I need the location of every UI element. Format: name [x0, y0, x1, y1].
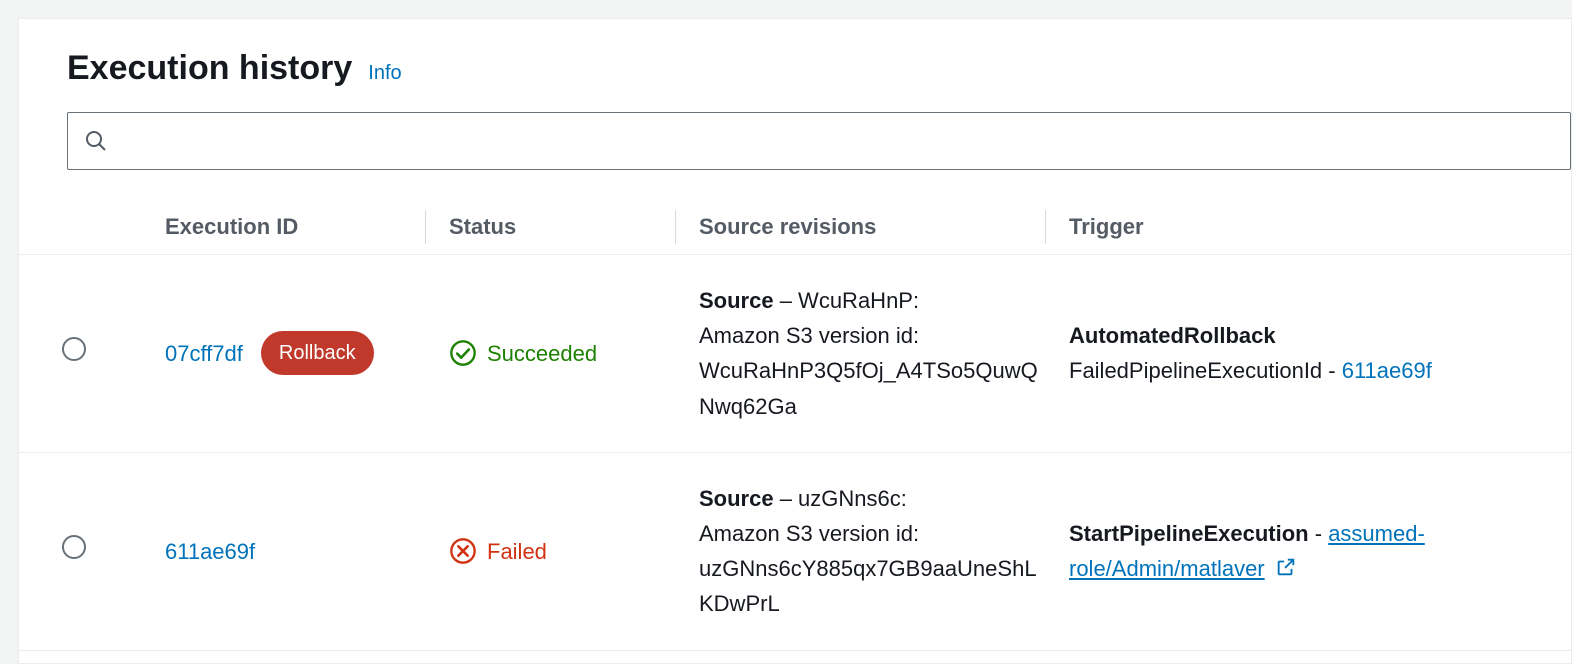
cell-status: Succeeded — [449, 255, 699, 453]
source-desc-prefix: Amazon S3 version id: — [699, 516, 1039, 551]
trigger-link[interactable]: 611ae69f — [1342, 358, 1432, 383]
trigger-separator: - — [1309, 521, 1329, 546]
source-version-id: WcuRaHnP3Q5fOj_A4TSo5QuwQNwq62Ga — [699, 353, 1039, 423]
column-execution-id[interactable]: Execution ID — [129, 200, 449, 255]
search-container — [19, 112, 1571, 170]
cell-select — [19, 255, 129, 453]
column-source-revisions[interactable]: Source revisions — [699, 200, 1069, 255]
cell-execution-id: 07cff7df Rollback — [129, 255, 449, 453]
cell-select — [19, 452, 129, 650]
trigger-name: AutomatedRollback — [1069, 323, 1276, 348]
search-box[interactable] — [67, 112, 1571, 170]
page-title: Execution history — [67, 49, 352, 88]
status-text: Succeeded — [487, 336, 597, 371]
column-trigger[interactable]: Trigger — [1069, 200, 1571, 255]
panel-header: Execution history Info — [19, 19, 1571, 112]
execution-table: Execution ID Status Source revisions Tri… — [19, 200, 1571, 651]
source-name: – WcuRaHnP: — [774, 288, 920, 313]
trigger-detail-label: FailedPipelineExecutionId - — [1069, 358, 1342, 383]
rollback-badge: Rollback — [261, 331, 374, 375]
execution-history-panel: Execution history Info Execution ID Stat… — [18, 18, 1572, 664]
table-row: 611ae69f Failed Source – uzGNns6c: Amazon S… — [19, 452, 1571, 650]
search-icon — [84, 129, 108, 153]
cell-source-revisions: Source – uzGNns6c: Amazon S3 version id:u… — [699, 452, 1069, 650]
source-name: – uzGNns6c: — [774, 486, 907, 511]
source-label: Source — [699, 288, 774, 313]
execution-id-link[interactable]: 611ae69f — [165, 534, 255, 569]
column-status[interactable]: Status — [449, 200, 699, 255]
cell-execution-id: 611ae69f — [129, 452, 449, 650]
source-desc-prefix: Amazon S3 version id: — [699, 318, 1039, 353]
column-select — [19, 200, 129, 255]
info-link[interactable]: Info — [368, 62, 401, 85]
status-text: Failed — [487, 534, 547, 569]
table-row: 07cff7df Rollback Succeeded Source – WcuRaH… — [19, 255, 1571, 453]
cell-source-revisions: Source – WcuRaHnP: Amazon S3 version id:W… — [699, 255, 1069, 453]
execution-id-link[interactable]: 07cff7df — [165, 336, 243, 371]
trigger-name: StartPipelineExecution — [1069, 521, 1309, 546]
cell-trigger: StartPipelineExecution - assumed-role/Ad… — [1069, 452, 1571, 650]
external-link-icon — [1275, 556, 1297, 578]
source-label: Source — [699, 486, 774, 511]
table-header-row: Execution ID Status Source revisions Tri… — [19, 200, 1571, 255]
cell-trigger: AutomatedRollback FailedPipelineExecution… — [1069, 255, 1571, 453]
row-radio[interactable] — [62, 535, 86, 559]
cell-status: Failed — [449, 452, 699, 650]
row-radio[interactable] — [62, 337, 86, 361]
x-circle-icon — [449, 537, 477, 565]
search-input[interactable] — [120, 130, 1554, 153]
check-circle-icon — [449, 339, 477, 367]
source-version-id: uzGNns6cY885qx7GB9aaUneShLKDwPrL — [699, 551, 1039, 621]
